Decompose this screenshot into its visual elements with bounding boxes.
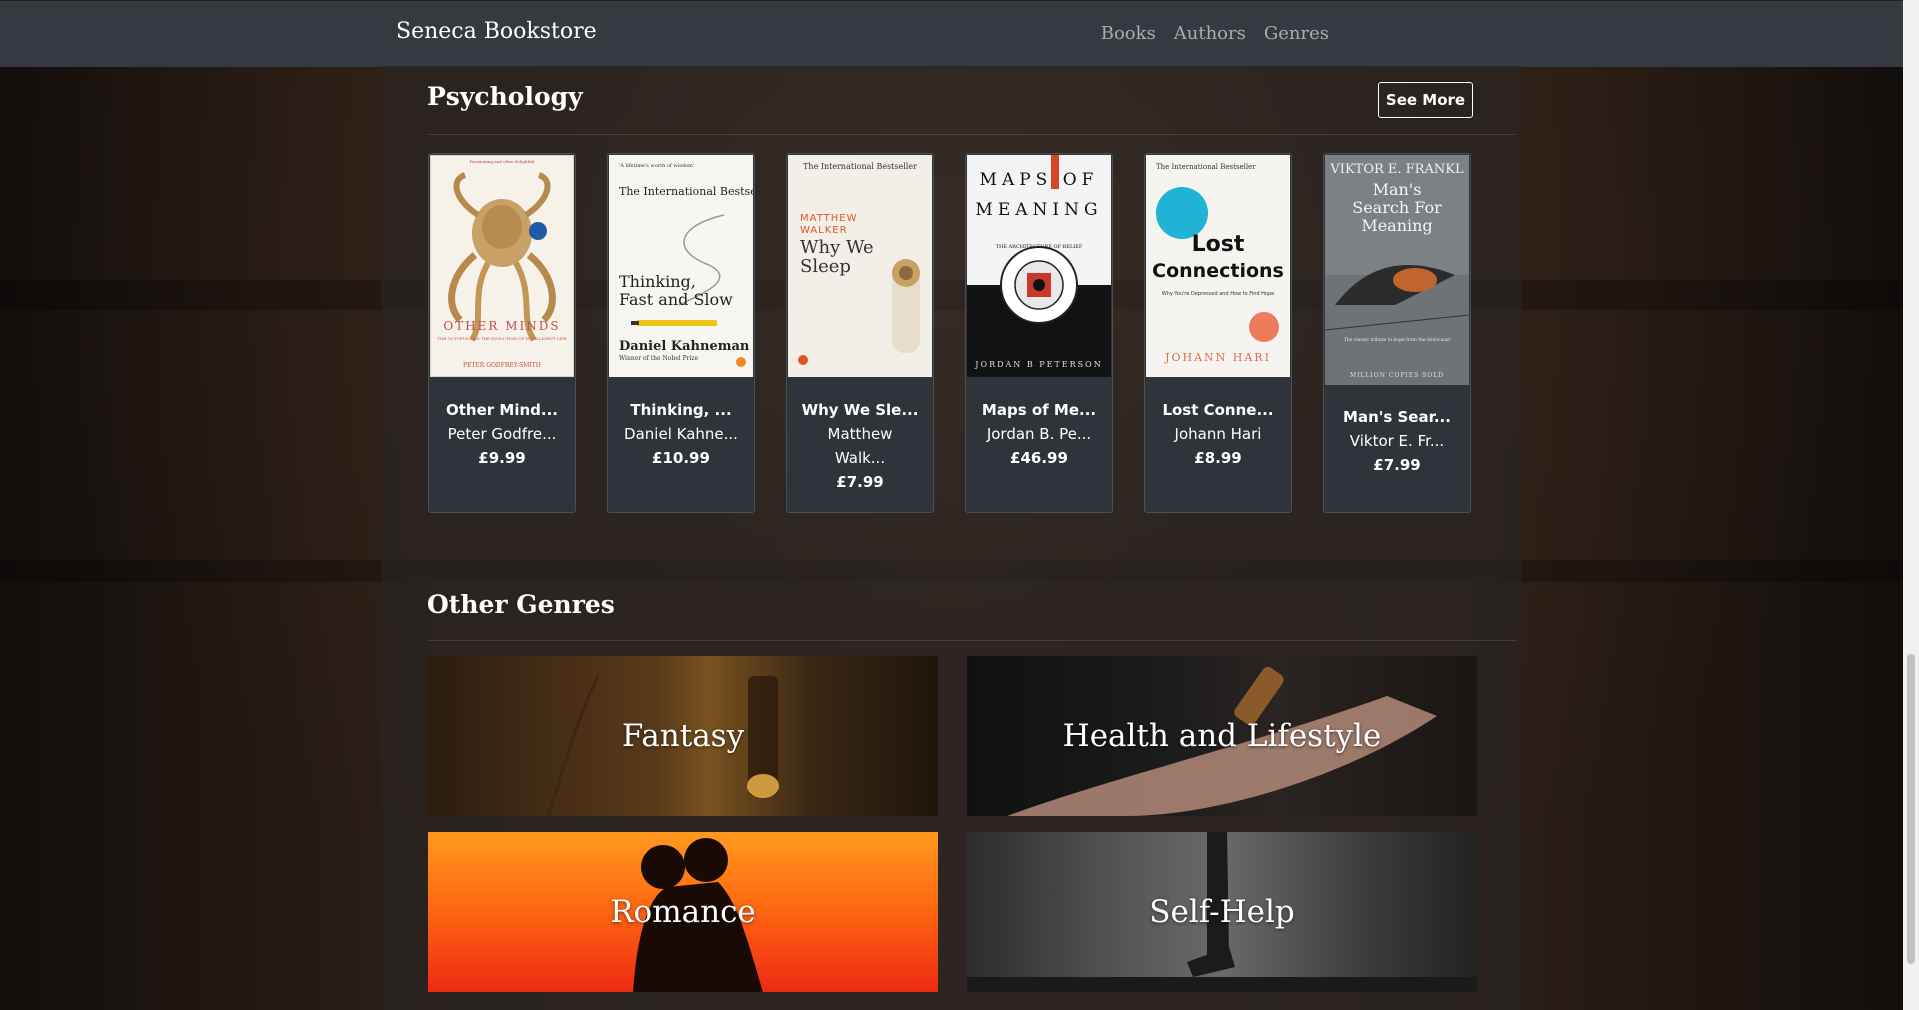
cover-title-1: Thinking,	[619, 272, 696, 291]
book-cover: The International Bestseller MATTHEW WAL…	[788, 155, 932, 377]
cover-note: Fascinating and often delightful	[470, 159, 536, 164]
book-title[interactable]: Other Mind...	[429, 398, 575, 422]
nav-links: Books Authors Genres	[1101, 23, 1329, 44]
book-title[interactable]: Why We Sle...	[787, 398, 933, 422]
cover-title-1: Lost	[1192, 232, 1245, 257]
book-price: £10.99	[652, 449, 710, 467]
genre-label: Health and Lifestyle	[1062, 718, 1382, 754]
cover-quote: 'A lifetime's worth of wisdom'	[619, 163, 694, 169]
genre-label: Fantasy	[621, 718, 745, 754]
cover-sales: MILLION COPIES SOLD	[1350, 372, 1444, 379]
book-author: Viktor E. Fr...	[1349, 432, 1445, 450]
cover-subtitle: THE OCTOPUS AND THE EVOLUTION OF INTELLI…	[437, 336, 566, 341]
brand-logo[interactable]: Seneca Bookstore	[396, 19, 597, 44]
book-card[interactable]: 'A lifetime's worth of wisdom' The Inter…	[607, 153, 755, 513]
see-more-button[interactable]: See More	[1378, 82, 1473, 118]
section-divider	[427, 640, 1517, 641]
cover-title-3: Meaning	[1361, 216, 1432, 235]
cover-author-1: MATTHEW	[800, 213, 857, 224]
cover-award: Winner of the Nobel Prize	[619, 355, 699, 362]
book-info: Man's Sear... Viktor E. Fr... £7.99	[1324, 405, 1470, 477]
genre-tile-romance[interactable]: Romance	[428, 832, 938, 992]
book-author: Matthew	[827, 425, 893, 443]
book-info: Why We Sle... Matthew Walk... £7.99	[787, 398, 933, 494]
genre-tile-health-and-lifestyle[interactable]: Health and Lifestyle	[967, 656, 1477, 816]
section-title-psychology: Psychology	[427, 82, 583, 111]
book-title[interactable]: Maps of Me...	[966, 398, 1112, 422]
scrollbar-thumb[interactable]	[1907, 654, 1915, 964]
book-title[interactable]: Thinking, ...	[608, 398, 754, 422]
cover-subtitle: Why You're Depressed and How to Find Hop…	[1162, 291, 1274, 297]
book-info: Maps of Me... Jordan B. Pe... £46.99	[966, 398, 1112, 470]
cover-title-1: Why We	[800, 237, 874, 258]
cover-quote: The classic tribute to hope from the Hol…	[1344, 337, 1450, 343]
book-card[interactable]: The International Bestseller Lost Connec…	[1144, 153, 1292, 513]
book-info: Lost Conne... Johann Hari £8.99	[1145, 398, 1291, 470]
book-author-cont: Walk...	[834, 449, 886, 467]
nav-link-genres[interactable]: Genres	[1264, 23, 1329, 44]
book-card[interactable]: VIKTOR E. FRANKL Man's Search For Meanin…	[1323, 153, 1471, 513]
book-price: £9.99	[478, 449, 526, 467]
book-card[interactable]: MAPS OF MEANING THE ARCHITECTURE OF BELI…	[965, 153, 1113, 513]
cover-title-1: Man's	[1373, 180, 1422, 199]
book-info: Other Mind... Peter Godfre... £9.99	[429, 398, 575, 470]
cover-author: JOHANN HARI	[1164, 351, 1271, 364]
cover-title-1: MAPS OF	[980, 170, 1099, 190]
book-cover: MAPS OF MEANING THE ARCHITECTURE OF BELI…	[967, 155, 1111, 377]
cover-title-2: Connections	[1152, 260, 1284, 282]
cover-subtitle: THE ARCHITECTURE OF BELIEF	[996, 244, 1083, 250]
cover-title-2: MEANING	[975, 200, 1102, 220]
book-price: £8.99	[1194, 449, 1242, 467]
scrollbar[interactable]	[1903, 0, 1919, 1010]
cover-author: PETER GODFREY-SMITH	[463, 362, 541, 369]
book-title[interactable]: Man's Sear...	[1324, 405, 1470, 429]
cover-author-2: WALKER	[800, 225, 848, 236]
book-author: Johann Hari	[1174, 425, 1262, 443]
genre-label: Self-Help	[1149, 894, 1295, 930]
book-cover: The International Bestseller Lost Connec…	[1146, 155, 1290, 377]
cover-banner: The International Bestseller	[803, 162, 917, 171]
book-author: Jordan B. Pe...	[986, 425, 1092, 443]
book-cover: VIKTOR E. FRANKL Man's Search For Meanin…	[1325, 155, 1469, 385]
navbar: Seneca Bookstore Books Authors Genres	[0, 0, 1903, 67]
book-cover: Fascinating and often delightful OTHER M…	[430, 155, 574, 377]
book-author: Daniel Kahne...	[624, 425, 738, 443]
cover-title: OTHER MINDS	[443, 319, 560, 333]
book-card[interactable]: Fascinating and often delightful OTHER M…	[428, 153, 576, 513]
book-price: £46.99	[1010, 449, 1068, 467]
book-price: £7.99	[836, 473, 884, 491]
cover-author: Daniel Kahneman	[619, 339, 750, 354]
genre-tile-self-help[interactable]: Self-Help	[967, 832, 1477, 992]
cover-author: JORDAN B PETERSON	[974, 360, 1102, 369]
cover-title-2: Sleep	[800, 256, 851, 277]
cover-banner: The International Bestseller	[1156, 163, 1256, 171]
book-title[interactable]: Lost Conne...	[1145, 398, 1291, 422]
book-card[interactable]: The International Bestseller MATTHEW WAL…	[786, 153, 934, 513]
section-divider	[427, 134, 1517, 135]
nav-link-books[interactable]: Books	[1101, 23, 1156, 44]
genre-label: Romance	[610, 894, 756, 930]
section-title-other-genres: Other Genres	[427, 590, 615, 619]
book-info: Thinking, ... Daniel Kahne... £10.99	[608, 398, 754, 470]
cover-title-2: Search For	[1352, 198, 1442, 217]
genre-tile-fantasy[interactable]: Fantasy	[428, 656, 938, 816]
nav-link-authors[interactable]: Authors	[1174, 23, 1246, 44]
cover-title-2: Fast and Slow	[619, 290, 733, 309]
book-author: Peter Godfre...	[447, 425, 557, 443]
book-price: £7.99	[1373, 456, 1421, 474]
book-cover: 'A lifetime's worth of wisdom' The Inter…	[609, 155, 753, 377]
cover-banner: The International Bestseller	[619, 185, 753, 198]
cover-author: VIKTOR E. FRANKL	[1329, 162, 1464, 177]
